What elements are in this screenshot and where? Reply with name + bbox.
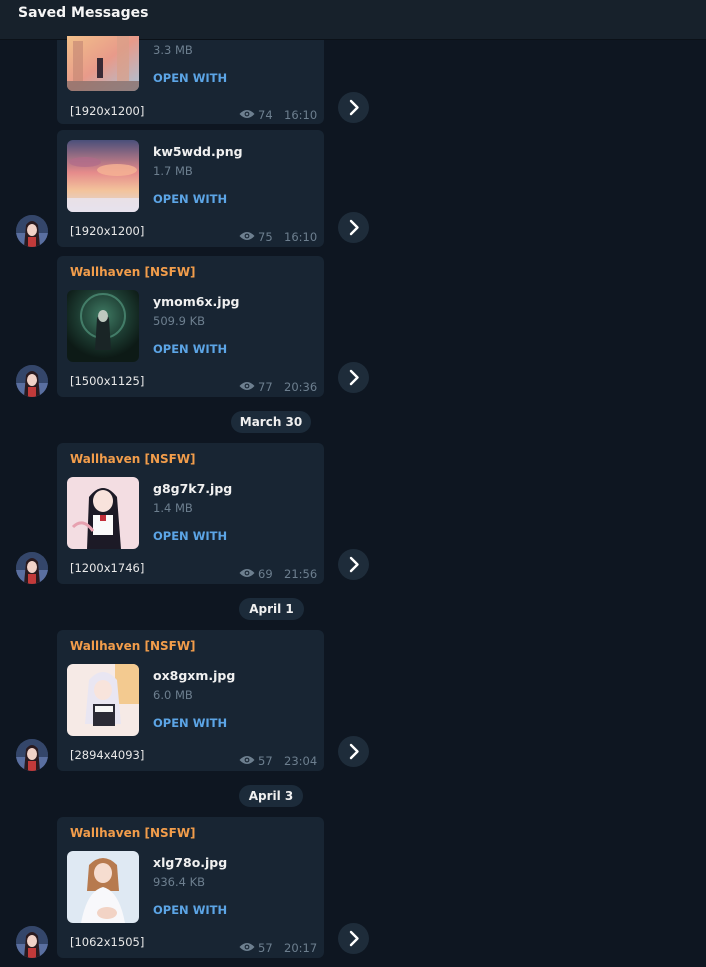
view-count: 57 <box>258 754 273 768</box>
message-caption: [1200x1746] <box>70 561 145 575</box>
image-thumbnail[interactable] <box>67 140 139 212</box>
file-size: 509.9 KB <box>153 314 206 328</box>
sender-name[interactable]: Wallhaven [NSFW] <box>70 265 196 279</box>
message-bubble[interactable]: kw5wdd.png 1.7 MB OPEN WITH [1920x1200] … <box>57 130 324 247</box>
file-size: 6.0 MB <box>153 688 193 702</box>
image-thumbnail[interactable] <box>67 851 139 923</box>
message-bubble[interactable]: Wallhaven [NSFW] ox8gxm.jpg 6.0 MB OPEN … <box>57 630 324 771</box>
eye-icon <box>239 943 255 951</box>
view-count: 69 <box>258 567 273 581</box>
view-count: 57 <box>258 941 273 955</box>
forward-button[interactable] <box>338 923 369 954</box>
avatar[interactable] <box>16 926 48 958</box>
message-caption: [1920x1200] <box>70 224 145 238</box>
message-caption: [1062x1505] <box>70 935 145 949</box>
sender-name[interactable]: Wallhaven [NSFW] <box>70 452 196 466</box>
image-thumbnail[interactable] <box>67 36 139 91</box>
message-time: 16:10 <box>284 230 318 244</box>
file-name: xlg78o.jpg <box>153 855 228 870</box>
eye-icon <box>239 232 255 240</box>
file-size: 1.4 MB <box>153 501 193 515</box>
open-with-link[interactable]: OPEN WITH <box>153 71 227 85</box>
open-with-link[interactable]: OPEN WITH <box>153 192 227 206</box>
message-time: 21:56 <box>284 567 318 581</box>
forward-button[interactable] <box>338 736 369 767</box>
chevron-right-icon <box>349 930 359 947</box>
open-with-link[interactable]: OPEN WITH <box>153 903 227 917</box>
view-count: 77 <box>258 380 273 394</box>
chevron-right-icon <box>349 743 359 760</box>
message-bubble[interactable]: 3.3 MB OPEN WITH [1920x1200] 74 16:10 <box>57 36 324 124</box>
avatar[interactable] <box>16 552 48 584</box>
eye-icon <box>239 569 255 577</box>
chat-header: Saved Messages <box>0 0 706 40</box>
eye-icon <box>239 110 255 118</box>
chevron-right-icon <box>349 99 359 116</box>
eye-icon <box>239 382 255 390</box>
file-name: ymom6x.jpg <box>153 294 240 309</box>
forward-button[interactable] <box>338 362 369 393</box>
message-caption: [1500x1125] <box>70 374 145 388</box>
file-name: g8g7k7.jpg <box>153 481 233 496</box>
open-with-link[interactable]: OPEN WITH <box>153 529 227 543</box>
date-separator: March 30 <box>231 411 311 433</box>
file-size: 3.3 MB <box>153 43 193 57</box>
date-separator: April 1 <box>239 598 304 620</box>
image-thumbnail[interactable] <box>67 477 139 549</box>
chat-title: Saved Messages <box>18 5 149 21</box>
avatar[interactable] <box>16 365 48 397</box>
image-thumbnail[interactable] <box>67 290 139 362</box>
sender-name[interactable]: Wallhaven [NSFW] <box>70 639 196 653</box>
file-size: 936.4 KB <box>153 875 206 889</box>
avatar[interactable] <box>16 739 48 771</box>
image-thumbnail[interactable] <box>67 664 139 736</box>
message-bubble[interactable]: Wallhaven [NSFW] ymom6x.jpg 509.9 KB OPE… <box>57 256 324 397</box>
view-count: 74 <box>258 108 273 122</box>
message-caption: [2894x4093] <box>70 748 145 762</box>
forward-button[interactable] <box>338 549 369 580</box>
open-with-link[interactable]: OPEN WITH <box>153 716 227 730</box>
avatar[interactable] <box>16 215 48 247</box>
chevron-right-icon <box>349 369 359 386</box>
message-bubble[interactable]: Wallhaven [NSFW] g8g7k7.jpg 1.4 MB OPEN … <box>57 443 324 584</box>
file-name: kw5wdd.png <box>153 144 243 159</box>
date-separator: April 3 <box>239 785 303 807</box>
chevron-right-icon <box>349 219 359 236</box>
message-time: 23:04 <box>284 754 318 768</box>
sender-name[interactable]: Wallhaven [NSFW] <box>70 826 196 840</box>
message-time: 20:36 <box>284 380 318 394</box>
open-with-link[interactable]: OPEN WITH <box>153 342 227 356</box>
file-name: ox8gxm.jpg <box>153 668 236 683</box>
message-bubble[interactable]: Wallhaven [NSFW] xlg78o.jpg 936.4 KB OPE… <box>57 817 324 958</box>
eye-icon <box>239 756 255 764</box>
message-time: 20:17 <box>284 941 318 955</box>
message-time: 16:10 <box>284 108 318 122</box>
file-size: 1.7 MB <box>153 164 193 178</box>
forward-button[interactable] <box>338 92 369 123</box>
chevron-right-icon <box>349 556 359 573</box>
message-caption: [1920x1200] <box>70 104 145 118</box>
view-count: 75 <box>258 230 273 244</box>
forward-button[interactable] <box>338 212 369 243</box>
